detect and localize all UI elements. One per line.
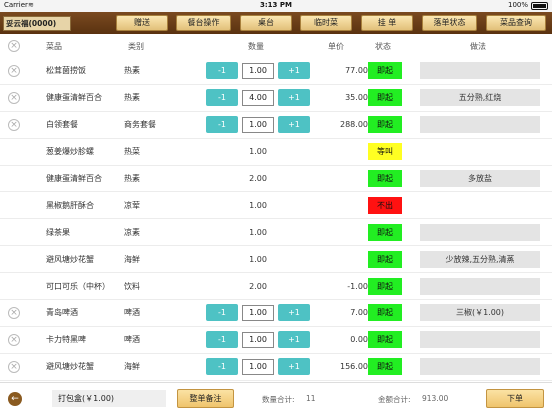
table-row[interactable]: × 松茸菌捞饭 热素 -1 1.00 +1 77.00 即起 (0, 58, 552, 85)
cooking-method[interactable]: 多放盐 (420, 170, 540, 187)
status-badge[interactable]: 即起 (368, 89, 402, 107)
order-remark-button[interactable]: 整单备注 (177, 389, 234, 408)
temp-dish-button[interactable]: 临时菜 (300, 15, 352, 31)
table-row[interactable]: × 白领套餐 商务套餐 -1 1.00 +1 288.00 即起 (0, 112, 552, 139)
cooking-method[interactable]: 五分熟,红烧 (420, 89, 540, 107)
table-row[interactable]: 黑椒鹅肝酥合 凉荤 1.00 不出 (0, 192, 552, 220)
amount-total-label: 金额合计: (378, 395, 411, 404)
status-badge[interactable]: 即起 (368, 250, 402, 268)
table-operation-button[interactable]: 餐台操作 (176, 15, 231, 31)
battery-percent: 100% (507, 1, 528, 9)
close-circle-icon[interactable]: × (8, 40, 20, 52)
dish-search-button[interactable]: 菜品查询 (486, 15, 546, 31)
table-row[interactable]: × 避风塘炒花蟹 海鲜 -1 1.00 +1 156.00 即起 (0, 354, 552, 381)
order-status-button[interactable]: 落单状态 (422, 15, 477, 31)
back-arrow-icon[interactable]: ← (8, 392, 22, 406)
table-row[interactable]: 葱姜爆炒胗螺 热菜 1.00 等叫 (0, 139, 552, 166)
top-toolbar: 妥云福(0000) 赠送 餐台操作 桌台 临时菜 挂 单 落单状态 菜品查询 (0, 12, 552, 34)
status-bar: Carrier ≋ 3:13 PM 100% (0, 0, 552, 12)
order-item-list: × 松茸菌捞饭 热素 -1 1.00 +1 77.00 即起 × 健康蛋清鲜百合 热素 -1 4.00 +… (0, 58, 552, 381)
table-name: 妥云福(0000) (3, 16, 71, 31)
cooking-method[interactable] (420, 223, 540, 241)
status-badge[interactable]: 等叫 (368, 143, 402, 161)
cooking-method[interactable] (420, 116, 540, 134)
table-row[interactable]: 绿茶果 凉素 1.00 即起 (0, 219, 552, 247)
amount-total-value: 913.00 (422, 394, 449, 403)
header-qty: 数量 (248, 41, 264, 51)
cooking-method[interactable] (420, 331, 540, 349)
hang-order-button[interactable]: 挂 单 (361, 15, 413, 31)
cooking-method[interactable]: 三椒(￥1.00) (420, 304, 540, 322)
status-badge[interactable]: 即起 (368, 62, 402, 80)
table-button[interactable]: 桌台 (240, 15, 292, 31)
pack-fee[interactable]: 打包盒(￥1.00) (52, 390, 166, 407)
table-row[interactable]: × 健康蛋清鲜百合 热素 -1 4.00 +1 35.00 即起 五分熟,红烧 (0, 85, 552, 112)
table-header: × 菜品 类别 数量 单价 状态 做法 (0, 34, 552, 58)
cooking-method[interactable] (420, 277, 540, 295)
footer-bar: ← 打包盒(￥1.00) 整单备注 数量合计: 11 金额合计: 913.00 … (0, 382, 552, 414)
table-row[interactable]: × 卡力特黑啤 啤酒 -1 1.00 +1 0.00 即起 (0, 327, 552, 354)
status-badge[interactable]: 即起 (368, 331, 402, 349)
qty-total-label: 数量合计: (262, 395, 295, 404)
clock: 3:13 PM (260, 1, 292, 9)
gift-button[interactable]: 赠送 (116, 15, 168, 31)
table-row[interactable]: 健康蛋清鲜百合 热素 2.00 即起 多放盐 (0, 166, 552, 193)
status-badge[interactable]: 即起 (368, 170, 402, 187)
status-badge[interactable]: 即起 (368, 277, 402, 295)
cooking-method[interactable] (420, 358, 540, 376)
status-badge[interactable]: 即起 (368, 116, 402, 134)
battery-icon (531, 2, 548, 10)
table-row[interactable]: 避风塘炒花蟹 海鲜 1.00 即起 少放辣,五分熟,清蒸 (0, 246, 552, 274)
status-badge[interactable]: 不出 (368, 196, 402, 214)
header-status: 状态 (375, 41, 391, 51)
cooking-method[interactable] (420, 62, 540, 80)
cooking-method[interactable]: 少放辣,五分熟,清蒸 (420, 250, 540, 268)
place-order-button[interactable]: 下单 (486, 389, 544, 408)
header-name: 菜品 (46, 41, 62, 51)
status-badge[interactable]: 即起 (368, 223, 402, 241)
header-price: 单价 (328, 41, 344, 51)
table-row[interactable]: × 青岛啤酒 啤酒 -1 1.00 +1 7.00 即起 三椒(￥1.00) (0, 300, 552, 327)
table-row[interactable]: 可口可乐（中杯） 饮料 2.00 -1.00 即起 (0, 273, 552, 301)
status-badge[interactable]: 即起 (368, 358, 402, 376)
header-category: 类别 (128, 41, 144, 51)
status-badge[interactable]: 即起 (368, 304, 402, 322)
header-method: 做法 (470, 41, 486, 51)
qty-total-value: 11 (306, 394, 316, 403)
